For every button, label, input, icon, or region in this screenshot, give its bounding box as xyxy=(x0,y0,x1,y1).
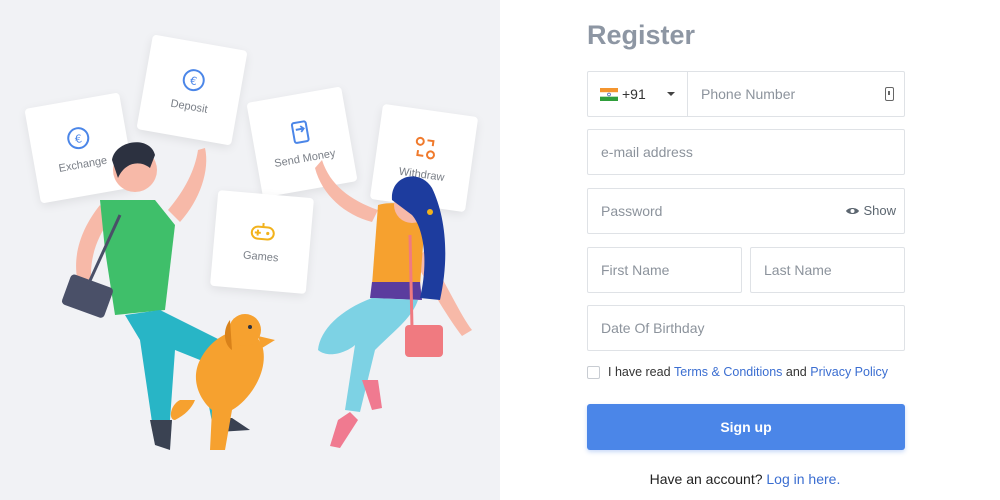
last-name-field xyxy=(750,247,905,293)
eye-icon xyxy=(846,207,860,214)
country-code-value: +91 xyxy=(622,86,646,102)
page-title: Register xyxy=(587,20,696,50)
first-name-field xyxy=(587,247,742,293)
illustration-panel: € Exchange € Deposit Send Money Withdraw… xyxy=(0,0,500,500)
india-flag-icon xyxy=(600,87,618,101)
login-link[interactable]: Log in here. xyxy=(766,471,840,487)
consent-prefix: I have read xyxy=(608,365,671,379)
sign-up-button[interactable]: Sign up xyxy=(587,404,905,450)
birthday-input[interactable] xyxy=(588,306,904,350)
show-password-label: Show xyxy=(863,203,896,218)
register-panel: Register +91 Phone Number e-mail address… xyxy=(500,0,1000,500)
terms-link[interactable]: Terms & Conditions xyxy=(674,365,782,379)
phone-input[interactable] xyxy=(688,72,904,116)
people-illustration xyxy=(61,142,472,450)
register-page: € Exchange € Deposit Send Money Withdraw… xyxy=(0,0,1000,500)
email-input[interactable] xyxy=(588,130,904,174)
privacy-link[interactable]: Privacy Policy xyxy=(810,365,888,379)
first-name-input[interactable] xyxy=(588,248,741,292)
login-prompt: Have an account? xyxy=(649,471,763,487)
birthday-field xyxy=(587,305,905,351)
consent-row: I have read Terms & Conditions and Priva… xyxy=(587,365,888,379)
login-row: Have an account? Log in here. xyxy=(500,471,1000,487)
show-password-toggle[interactable]: Show xyxy=(845,203,896,218)
phone-icon xyxy=(885,87,894,101)
last-name-input[interactable] xyxy=(751,248,904,292)
woman-figure xyxy=(315,160,472,448)
consent-checkbox[interactable] xyxy=(587,365,600,379)
phone-field: +91 xyxy=(587,71,905,117)
chevron-down-icon xyxy=(667,92,675,96)
password-field: Show xyxy=(587,188,905,234)
email-field xyxy=(587,129,905,175)
consent-and: and xyxy=(785,365,807,379)
country-code-select[interactable]: +91 xyxy=(588,72,688,116)
